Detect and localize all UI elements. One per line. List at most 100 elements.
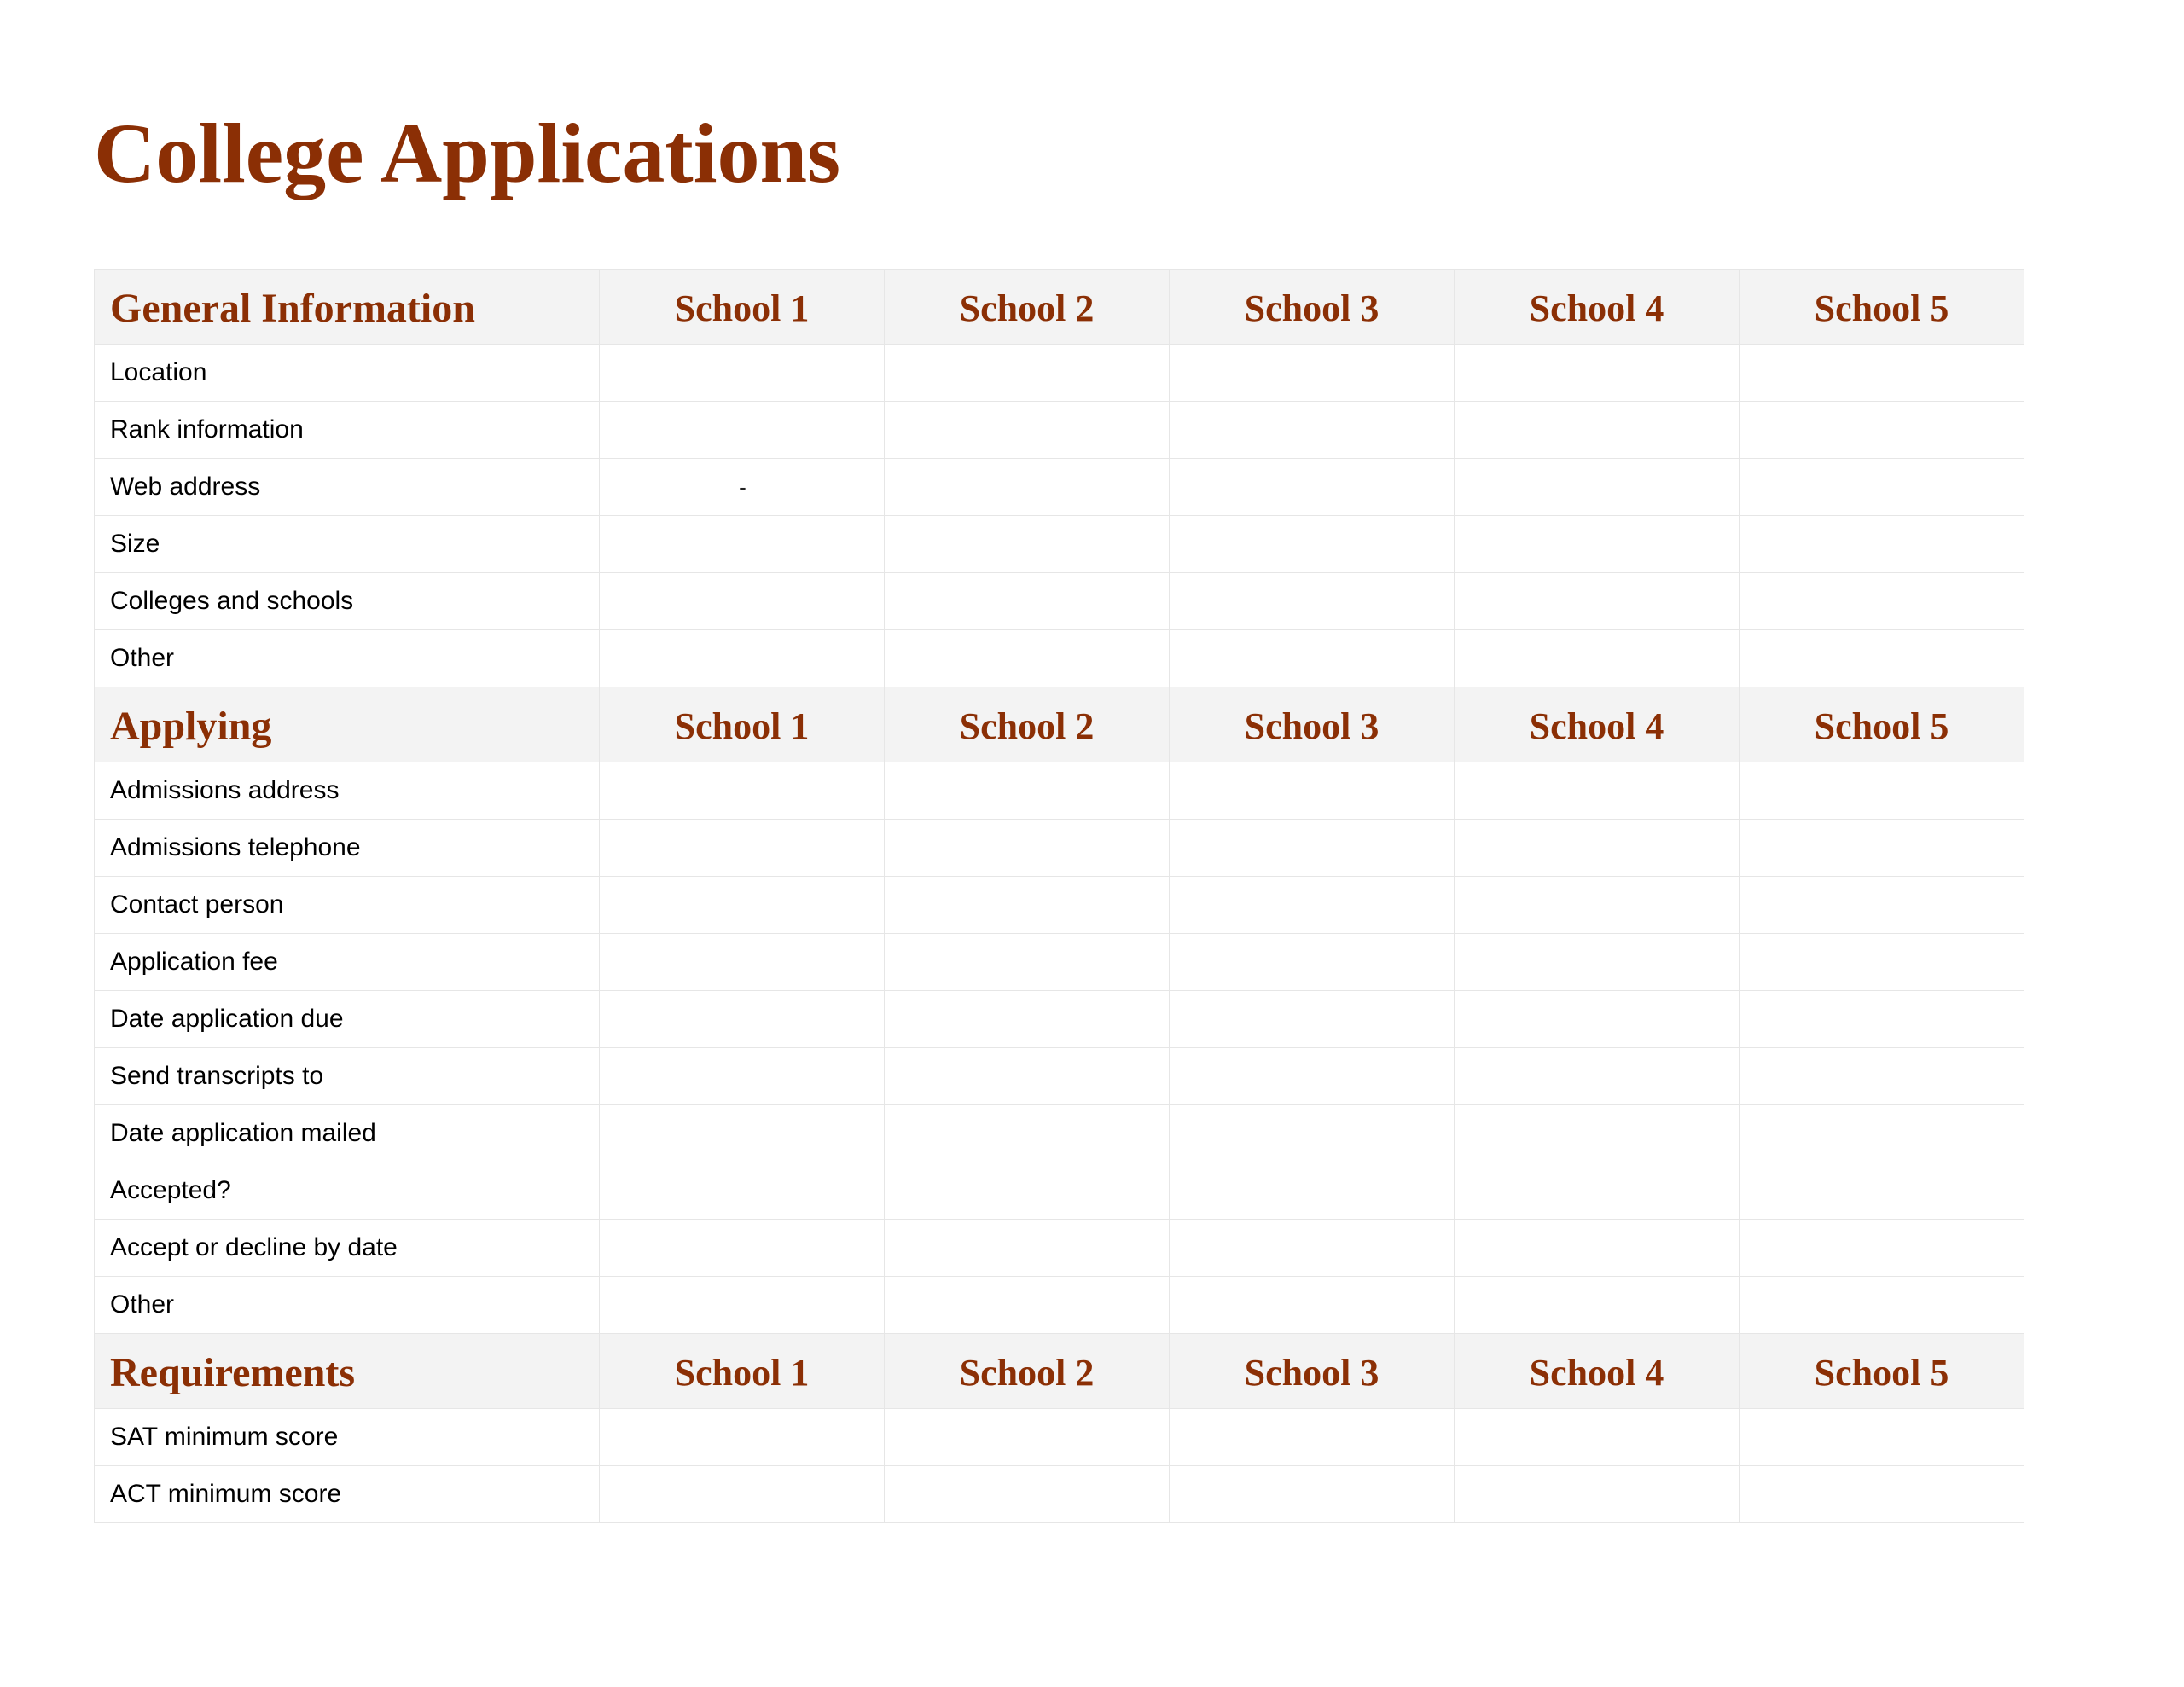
value-cell[interactable]	[600, 630, 885, 687]
value-cell[interactable]	[1170, 1048, 1455, 1105]
school-column-header: School 5	[1740, 270, 2024, 345]
value-cell[interactable]	[1740, 991, 2024, 1048]
value-cell[interactable]	[885, 345, 1170, 402]
value-cell[interactable]	[600, 573, 885, 630]
value-cell[interactable]	[600, 1162, 885, 1220]
value-cell[interactable]	[1455, 1220, 1740, 1277]
school-column-header: School 5	[1740, 1334, 2024, 1409]
value-cell[interactable]	[1455, 573, 1740, 630]
value-cell[interactable]	[600, 1277, 885, 1334]
value-cell[interactable]	[600, 934, 885, 991]
value-cell[interactable]	[885, 762, 1170, 820]
value-cell[interactable]	[1740, 1048, 2024, 1105]
value-cell[interactable]	[885, 1277, 1170, 1334]
value-cell[interactable]	[600, 1105, 885, 1162]
table-row: Admissions telephone	[95, 820, 2024, 877]
value-cell[interactable]	[1170, 1466, 1455, 1523]
value-cell[interactable]	[1170, 991, 1455, 1048]
value-cell[interactable]	[885, 573, 1170, 630]
value-cell[interactable]	[885, 459, 1170, 516]
value-cell[interactable]	[600, 1048, 885, 1105]
value-cell[interactable]	[1740, 1277, 2024, 1334]
value-cell[interactable]	[1170, 516, 1455, 573]
value-cell[interactable]	[1170, 630, 1455, 687]
value-cell[interactable]	[1455, 877, 1740, 934]
value-cell[interactable]	[1740, 402, 2024, 459]
value-cell[interactable]	[1455, 1277, 1740, 1334]
value-cell[interactable]	[885, 1105, 1170, 1162]
value-cell[interactable]	[885, 1409, 1170, 1466]
value-cell[interactable]	[1170, 877, 1455, 934]
table-row: Send transcripts to	[95, 1048, 2024, 1105]
value-cell[interactable]	[1455, 1105, 1740, 1162]
value-cell[interactable]	[600, 762, 885, 820]
value-cell[interactable]	[1740, 820, 2024, 877]
value-cell[interactable]	[885, 991, 1170, 1048]
value-cell[interactable]	[1740, 1409, 2024, 1466]
value-cell[interactable]	[1170, 820, 1455, 877]
value-cell[interactable]	[1455, 516, 1740, 573]
value-cell[interactable]	[1455, 345, 1740, 402]
value-cell[interactable]	[1740, 762, 2024, 820]
value-cell[interactable]	[1740, 630, 2024, 687]
value-cell[interactable]	[1455, 630, 1740, 687]
value-cell[interactable]	[1740, 934, 2024, 991]
value-cell[interactable]	[1740, 877, 2024, 934]
value-cell[interactable]	[1455, 1162, 1740, 1220]
value-cell[interactable]	[885, 630, 1170, 687]
row-label: SAT minimum score	[95, 1409, 600, 1466]
value-cell[interactable]	[600, 820, 885, 877]
value-cell[interactable]	[1170, 934, 1455, 991]
value-cell[interactable]	[1740, 573, 2024, 630]
value-cell[interactable]	[1740, 516, 2024, 573]
value-cell[interactable]	[1740, 1220, 2024, 1277]
value-cell[interactable]	[885, 820, 1170, 877]
value-cell[interactable]	[1170, 1409, 1455, 1466]
table-row: Other	[95, 1277, 2024, 1334]
value-cell[interactable]	[1740, 1466, 2024, 1523]
value-cell[interactable]	[1170, 1220, 1455, 1277]
value-cell[interactable]	[1455, 1466, 1740, 1523]
value-cell[interactable]	[600, 345, 885, 402]
value-cell[interactable]	[1740, 1162, 2024, 1220]
value-cell[interactable]	[885, 402, 1170, 459]
row-label: Rank information	[95, 402, 600, 459]
row-label: Date application due	[95, 991, 600, 1048]
value-cell[interactable]	[1740, 1105, 2024, 1162]
value-cell[interactable]	[1170, 573, 1455, 630]
value-cell[interactable]	[885, 934, 1170, 991]
value-cell[interactable]	[885, 1220, 1170, 1277]
value-cell[interactable]	[1170, 402, 1455, 459]
table-row: Date application mailed	[95, 1105, 2024, 1162]
value-cell[interactable]	[1455, 402, 1740, 459]
table-row: Other	[95, 630, 2024, 687]
value-cell[interactable]	[1455, 820, 1740, 877]
value-cell[interactable]	[600, 516, 885, 573]
value-cell[interactable]	[1740, 459, 2024, 516]
value-cell[interactable]	[1455, 934, 1740, 991]
value-cell[interactable]	[1455, 1048, 1740, 1105]
value-cell[interactable]	[1455, 991, 1740, 1048]
value-cell[interactable]	[1455, 762, 1740, 820]
value-cell[interactable]	[1170, 459, 1455, 516]
value-cell[interactable]	[885, 1162, 1170, 1220]
value-cell[interactable]	[1170, 1105, 1455, 1162]
value-cell[interactable]	[1170, 1162, 1455, 1220]
value-cell[interactable]	[600, 1409, 885, 1466]
value-cell[interactable]	[1170, 762, 1455, 820]
value-cell[interactable]	[885, 1466, 1170, 1523]
value-cell[interactable]	[600, 1466, 885, 1523]
value-cell[interactable]	[1740, 345, 2024, 402]
value-cell[interactable]	[885, 877, 1170, 934]
value-cell[interactable]	[1170, 1277, 1455, 1334]
value-cell[interactable]: -	[600, 459, 885, 516]
value-cell[interactable]	[885, 516, 1170, 573]
value-cell[interactable]	[1455, 1409, 1740, 1466]
value-cell[interactable]	[1170, 345, 1455, 402]
value-cell[interactable]	[1455, 459, 1740, 516]
value-cell[interactable]	[600, 1220, 885, 1277]
value-cell[interactable]	[885, 1048, 1170, 1105]
value-cell[interactable]	[600, 402, 885, 459]
value-cell[interactable]	[600, 877, 885, 934]
value-cell[interactable]	[600, 991, 885, 1048]
